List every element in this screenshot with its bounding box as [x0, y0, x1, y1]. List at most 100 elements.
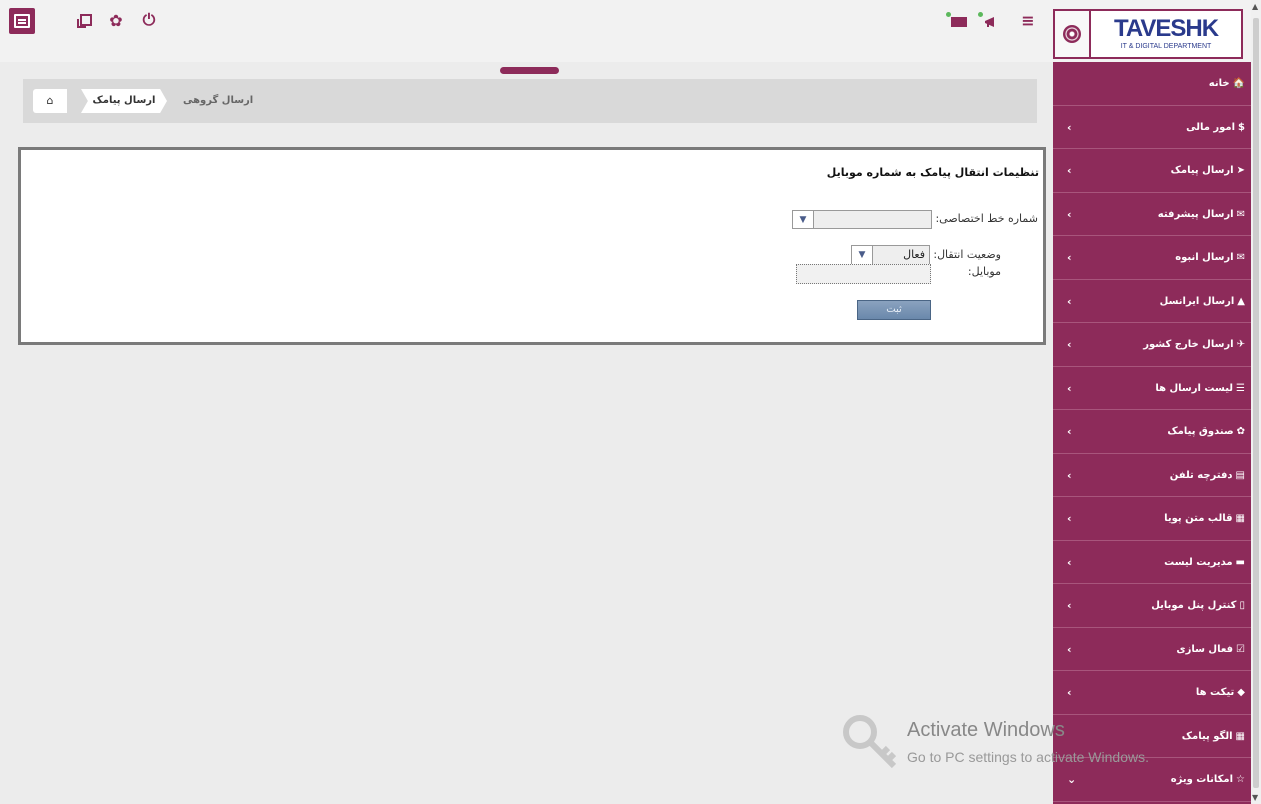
mail-icon[interactable]	[946, 12, 968, 28]
sidebar-item[interactable]: ▦الگو پیامک	[1053, 715, 1251, 758]
sidebar-item-icon: ▲	[1237, 295, 1245, 307]
chevron-icon: ‹	[1067, 425, 1072, 438]
window-icon[interactable]	[76, 10, 96, 30]
watermark-title: Activate Windows	[907, 719, 1065, 741]
chevron-down-icon: ▼	[793, 211, 814, 228]
forward-settings-panel: تنظیمات انتقال پیامک به شماره موبایل شما…	[18, 147, 1046, 345]
breadcrumb: ⌂ ارسال پیامک ارسال گروهی	[23, 79, 1037, 123]
sidebar-item[interactable]: ‹ ▬مدیریت لیست	[1053, 541, 1251, 584]
sidebar-item[interactable]: ⌄ ☆امکانات ویژه	[1053, 758, 1251, 802]
sidebar-item-label: ▲ارسال ایرانسل	[1160, 280, 1245, 323]
panel-title: تنظیمات انتقال پیامک به شماره موبایل	[826, 166, 1039, 179]
sidebar-item-text: تیکت ها	[1195, 687, 1235, 698]
sidebar-item-label: ✉ارسال انبوه	[1175, 236, 1245, 279]
sidebar-item[interactable]: ‹ $امور مالی	[1053, 106, 1251, 149]
sidebar-item-icon: ▤	[1235, 469, 1245, 481]
scroll-thumb[interactable]	[1253, 18, 1259, 788]
sidebar-item-text: ارسال ایرانسل	[1159, 295, 1235, 307]
sidebar-item-icon: ✉	[1236, 252, 1245, 263]
sidebar-item[interactable]: ‹ ▲ارسال ایرانسل	[1053, 280, 1251, 323]
sidebar-item-label: ☑فعال سازی	[1176, 628, 1245, 671]
sidebar-item[interactable]: ‹ ◆تیکت ها	[1053, 671, 1251, 715]
line-number-select[interactable]: ▼	[792, 210, 932, 229]
gear-icon[interactable]: ✿	[106, 10, 126, 30]
sidebar-item[interactable]: ‹ ▤دفترچه تلفن	[1053, 454, 1251, 497]
sidebar-item-label: ➤ارسال پیامک	[1171, 149, 1245, 192]
power-icon[interactable]: ⏻	[139, 10, 159, 30]
key-icon	[843, 715, 897, 769]
sidebar-item-label: ▦قالب متن پویا	[1164, 497, 1245, 540]
sidebar-item[interactable]: 🏠خانه	[1053, 62, 1251, 106]
sidebar-menu: 🏠خانه ‹ $امور مالی ‹ ➤ارسال پیامک ‹ ✉ارسال پیش…	[1053, 62, 1251, 804]
sidebar-item-icon: ➤	[1236, 165, 1245, 176]
forward-status-select[interactable]: ▼ فعال	[851, 245, 930, 265]
sidebar-item-label: ▬مدیریت لیست	[1164, 541, 1245, 584]
sidebar-item[interactable]: ‹ ▯کنترل پنل موبایل	[1053, 584, 1251, 628]
sidebar-item-label: ☰لیست ارسال ها	[1155, 367, 1245, 410]
sidebar-item[interactable]: ‹ ▦قالب متن پویا	[1053, 497, 1251, 541]
chevron-icon: ‹	[1067, 468, 1072, 482]
sidebar-item[interactable]: ‹ ☑فعال سازی	[1053, 628, 1251, 671]
line-number-label: شماره خط اختصاصی:	[935, 212, 1038, 225]
sidebar-item-text: خانه	[1208, 78, 1230, 89]
chevron-icon: ‹	[1067, 599, 1072, 612]
sidebar-item-text: ارسال انبوه	[1175, 252, 1234, 263]
chevron-icon: ‹	[1067, 686, 1072, 699]
scroll-down-icon[interactable]: ▼	[1252, 793, 1258, 802]
forward-status-value: فعال	[903, 248, 925, 261]
sidebar-item-label: ▯کنترل پنل موبایل	[1151, 584, 1245, 627]
sidebar-item-label: ✿صندوق پیامک	[1167, 410, 1245, 453]
sidebar-item-icon: ▬	[1235, 556, 1245, 568]
sidebar-item[interactable]: ‹ ✉ارسال انبوه	[1053, 236, 1251, 280]
sidebar-item-text: ارسال پیشرفته	[1157, 208, 1234, 220]
page-scrollbar[interactable]: ▲ ▼	[1251, 0, 1261, 804]
scroll-up-icon[interactable]: ▲	[1252, 2, 1258, 11]
sidebar-item-label: ◆تیکت ها	[1196, 671, 1245, 714]
sidebar-item-text: ارسال خارج کشور	[1143, 339, 1234, 350]
sidebar-item-icon: ☰	[1236, 382, 1245, 394]
drag-handle[interactable]	[500, 67, 559, 74]
chevron-icon: ‹	[1067, 251, 1072, 264]
sidebar-item[interactable]: ‹ ✉ارسال پیشرفته	[1053, 193, 1251, 236]
sidebar-item-label: ✉ارسال پیشرفته	[1158, 193, 1245, 236]
sidebar-toggle-button[interactable]	[9, 8, 35, 34]
sidebar-item-icon: ▦	[1235, 730, 1245, 742]
sidebar-item[interactable]: ‹ ✿صندوق پیامک	[1053, 410, 1251, 454]
sidebar-item-text: قالب متن پویا	[1164, 513, 1233, 524]
menu-icon[interactable]: ≡	[1018, 10, 1038, 30]
sidebar-item-text: امور مالی	[1186, 121, 1236, 133]
sidebar-item-text: صندوق پیامک	[1167, 426, 1234, 437]
sidebar-item-icon: ☆	[1236, 774, 1245, 785]
sidebar-item-label: $امور مالی	[1186, 106, 1245, 149]
sidebar-item-icon: 🏠	[1232, 78, 1245, 89]
sidebar-item-text: لیست ارسال ها	[1155, 382, 1234, 394]
sidebar-item-text: الگو پیامک	[1181, 730, 1233, 742]
breadcrumb-home[interactable]: ⌂	[33, 89, 67, 113]
logo-emblem	[1053, 9, 1091, 59]
logo-subtitle: IT & DIGITAL DEPARTMENT	[1120, 43, 1212, 50]
submit-button[interactable]: ثبت	[857, 300, 931, 320]
chevron-icon: ‹	[1067, 294, 1072, 308]
mobile-input[interactable]	[796, 264, 931, 284]
sidebar-item-text: ارسال پیامک	[1170, 165, 1234, 176]
sidebar-item-icon: ☑	[1236, 643, 1245, 655]
sidebar-item-icon: ◆	[1237, 687, 1245, 698]
logo-title: TAVESHK	[1113, 15, 1219, 42]
chevron-icon: ⌄	[1067, 773, 1077, 786]
sidebar-item-text: فعال سازی	[1176, 643, 1234, 655]
sidebar-item-icon: ✿	[1236, 426, 1245, 437]
sidebar-item-text: مدیریت لیست	[1164, 556, 1233, 568]
sidebar-item-icon: ▦	[1235, 513, 1245, 524]
sidebar-item-icon: ✉	[1236, 208, 1245, 220]
sidebar-item-label: ✈ارسال خارج کشور	[1143, 323, 1245, 366]
sidebar-item[interactable]: ‹ ➤ارسال پیامک	[1053, 149, 1251, 193]
sidebar-item-text: کنترل پنل موبایل	[1151, 600, 1237, 611]
chevron-icon: ‹	[1067, 381, 1072, 395]
chevron-down-icon: ▼	[852, 246, 873, 264]
sidebar-item[interactable]: ‹ ✈ارسال خارج کشور	[1053, 323, 1251, 367]
sidebar-item[interactable]: ‹ ☰لیست ارسال ها	[1053, 367, 1251, 410]
breadcrumb-item-send-sms[interactable]: ارسال پیامک	[81, 89, 167, 113]
sidebar-item-text: دفترچه تلفن	[1169, 469, 1233, 481]
sidebar-item-icon: $	[1238, 121, 1245, 133]
megaphone-icon[interactable]	[978, 12, 1000, 28]
